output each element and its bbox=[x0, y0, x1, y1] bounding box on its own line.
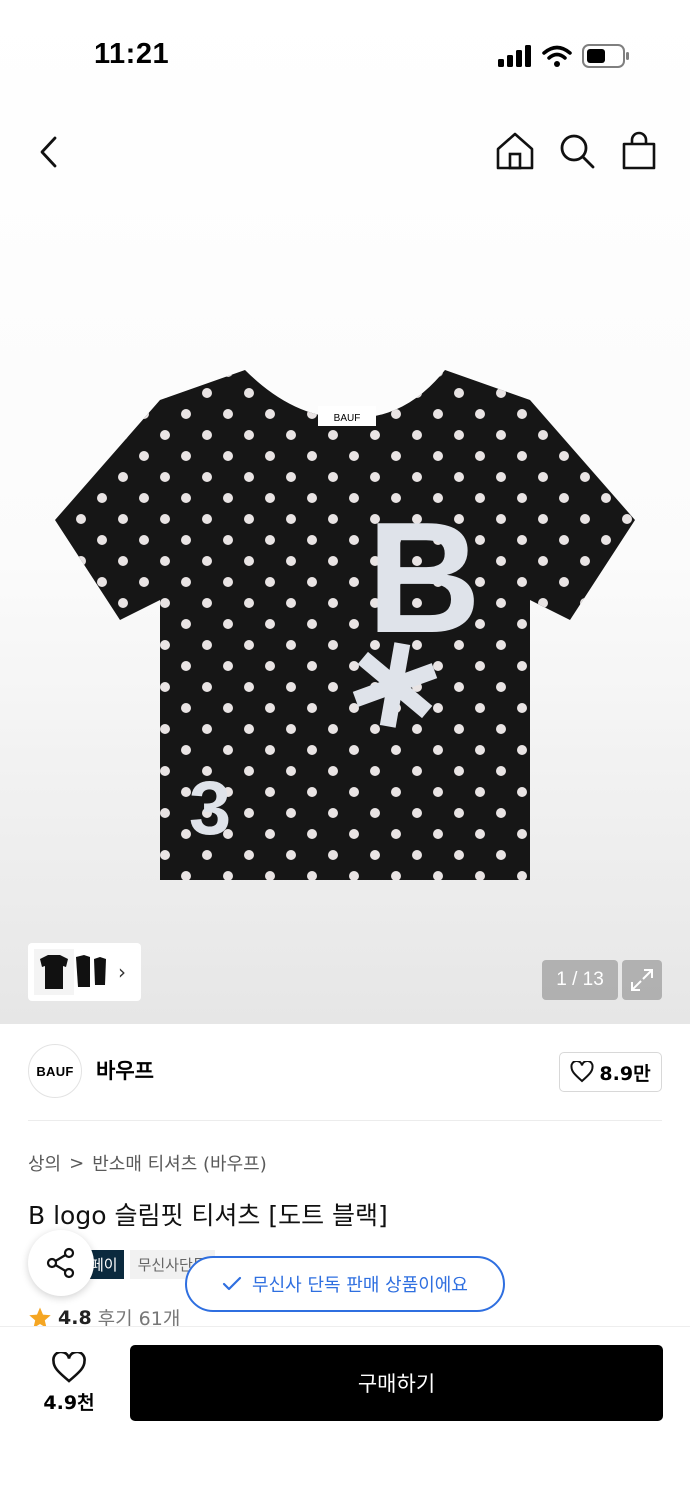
search-button[interactable] bbox=[556, 130, 598, 172]
back-arrow-icon bbox=[40, 136, 57, 168]
wifi-icon bbox=[542, 45, 572, 67]
image-counter: 1 / 13 bbox=[542, 960, 618, 1000]
expand-button[interactable] bbox=[622, 960, 662, 1000]
wishlist-button[interactable]: 4.9천 bbox=[28, 1346, 110, 1420]
wishlist-count: 4.9천 bbox=[43, 1391, 95, 1414]
battery-icon bbox=[582, 44, 629, 68]
status-bar: 11:21 bbox=[0, 0, 690, 110]
back-button[interactable] bbox=[28, 130, 72, 174]
buy-button[interactable]: 구매하기 bbox=[130, 1345, 663, 1421]
check-icon bbox=[222, 1276, 242, 1291]
brand-name[interactable]: 바우프 bbox=[96, 1055, 154, 1085]
cart-button[interactable] bbox=[618, 130, 660, 172]
breadcrumb: 상의 > 반소매 티셔츠 (바우프) bbox=[28, 1150, 267, 1176]
product-image[interactable]: BAUF B 3 bbox=[50, 360, 640, 890]
brand-logo[interactable]: BAUF bbox=[28, 1044, 82, 1098]
thumbnail-image bbox=[34, 949, 106, 995]
cellular-signal-icon bbox=[498, 45, 531, 67]
thumbnail-strip[interactable]: › bbox=[28, 943, 141, 1001]
heart-icon bbox=[52, 1351, 86, 1383]
product-title: B logo 슬림핏 티셔츠 [도트 블랙] bbox=[28, 1201, 388, 1230]
svg-text:BAUF: BAUF bbox=[334, 413, 361, 424]
brand-like-button[interactable]: 8.9만 bbox=[559, 1052, 662, 1092]
status-icons bbox=[498, 42, 630, 70]
divider bbox=[28, 1120, 662, 1121]
tee-number-graphic: 3 bbox=[189, 766, 231, 851]
shopping-bag-icon bbox=[622, 131, 656, 170]
breadcrumb-separator: > bbox=[69, 1152, 85, 1174]
thumbnail-arrow: › bbox=[118, 960, 126, 984]
home-button[interactable] bbox=[494, 130, 536, 172]
breadcrumb-category[interactable]: 상의 bbox=[28, 1150, 61, 1176]
exclusive-notice-text: 무신사 단독 판매 상품이에요 bbox=[252, 1275, 468, 1296]
home-icon bbox=[496, 132, 534, 170]
expand-icon bbox=[631, 969, 653, 991]
status-time: 11:21 bbox=[94, 38, 170, 70]
share-button[interactable] bbox=[28, 1230, 94, 1296]
search-icon bbox=[560, 134, 595, 169]
tee-b-graphic: B bbox=[367, 490, 481, 666]
exclusive-notice: 무신사 단독 판매 상품이에요 bbox=[185, 1256, 505, 1312]
breadcrumb-subcategory[interactable]: 반소매 티셔츠 (바우프) bbox=[92, 1150, 267, 1176]
share-icon bbox=[46, 1247, 75, 1279]
heart-icon bbox=[570, 1061, 594, 1083]
brand-like-count: 8.9만 bbox=[599, 1062, 651, 1085]
